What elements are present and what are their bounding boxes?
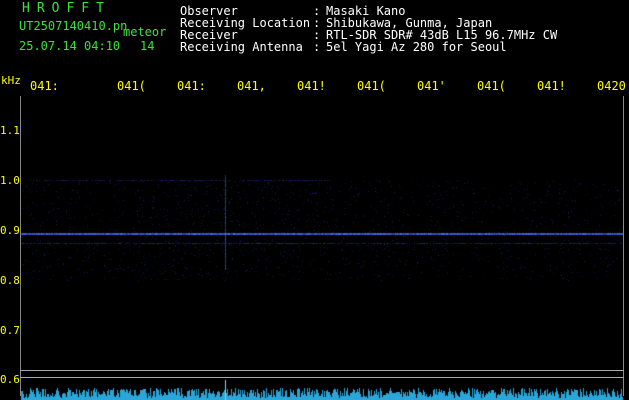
time-tick: 041! bbox=[297, 79, 326, 93]
y-tick: 1.1 bbox=[0, 124, 20, 137]
time-tick: 041: bbox=[177, 79, 206, 93]
y-tick: 1.0 bbox=[0, 174, 20, 187]
baseline-upper bbox=[20, 370, 624, 371]
time-tick: 041! bbox=[537, 79, 566, 93]
time-tick: 041( bbox=[357, 79, 386, 93]
plot-frame bbox=[20, 96, 624, 396]
file-name: UT2507140410.pn bbox=[19, 19, 128, 33]
time-tick: 0420 bbox=[597, 79, 626, 93]
y-tick: 0.6 bbox=[0, 373, 20, 386]
mode-label: meteor bbox=[123, 25, 167, 39]
date-time: 25.07.14 04:10 bbox=[19, 39, 121, 53]
antenna-value: 5el Yagi Az 280 for Seoul bbox=[326, 40, 507, 54]
baseline-lower bbox=[20, 377, 624, 378]
hrofft-spectrogram-window: HROFFT UT2507140410.pn meteor 25.07.14 0… bbox=[0, 0, 629, 400]
time-tick: 041( bbox=[117, 79, 146, 93]
y-tick: 0.9 bbox=[0, 224, 20, 237]
antenna-colon: : bbox=[313, 40, 321, 54]
time-tick: 041, bbox=[237, 79, 266, 93]
y-tick: 0.7 bbox=[0, 324, 20, 337]
time-tick: 041' bbox=[417, 79, 446, 93]
time-tick: 041( bbox=[477, 79, 506, 93]
app-title: HROFFT bbox=[22, 1, 111, 16]
y-tick: 0.8 bbox=[0, 274, 20, 287]
count-value: 14 bbox=[140, 39, 155, 53]
y-axis-unit: kHz bbox=[1, 74, 21, 87]
antenna-label: Receiving Antenna bbox=[180, 40, 303, 54]
time-tick: 041: bbox=[30, 79, 59, 93]
